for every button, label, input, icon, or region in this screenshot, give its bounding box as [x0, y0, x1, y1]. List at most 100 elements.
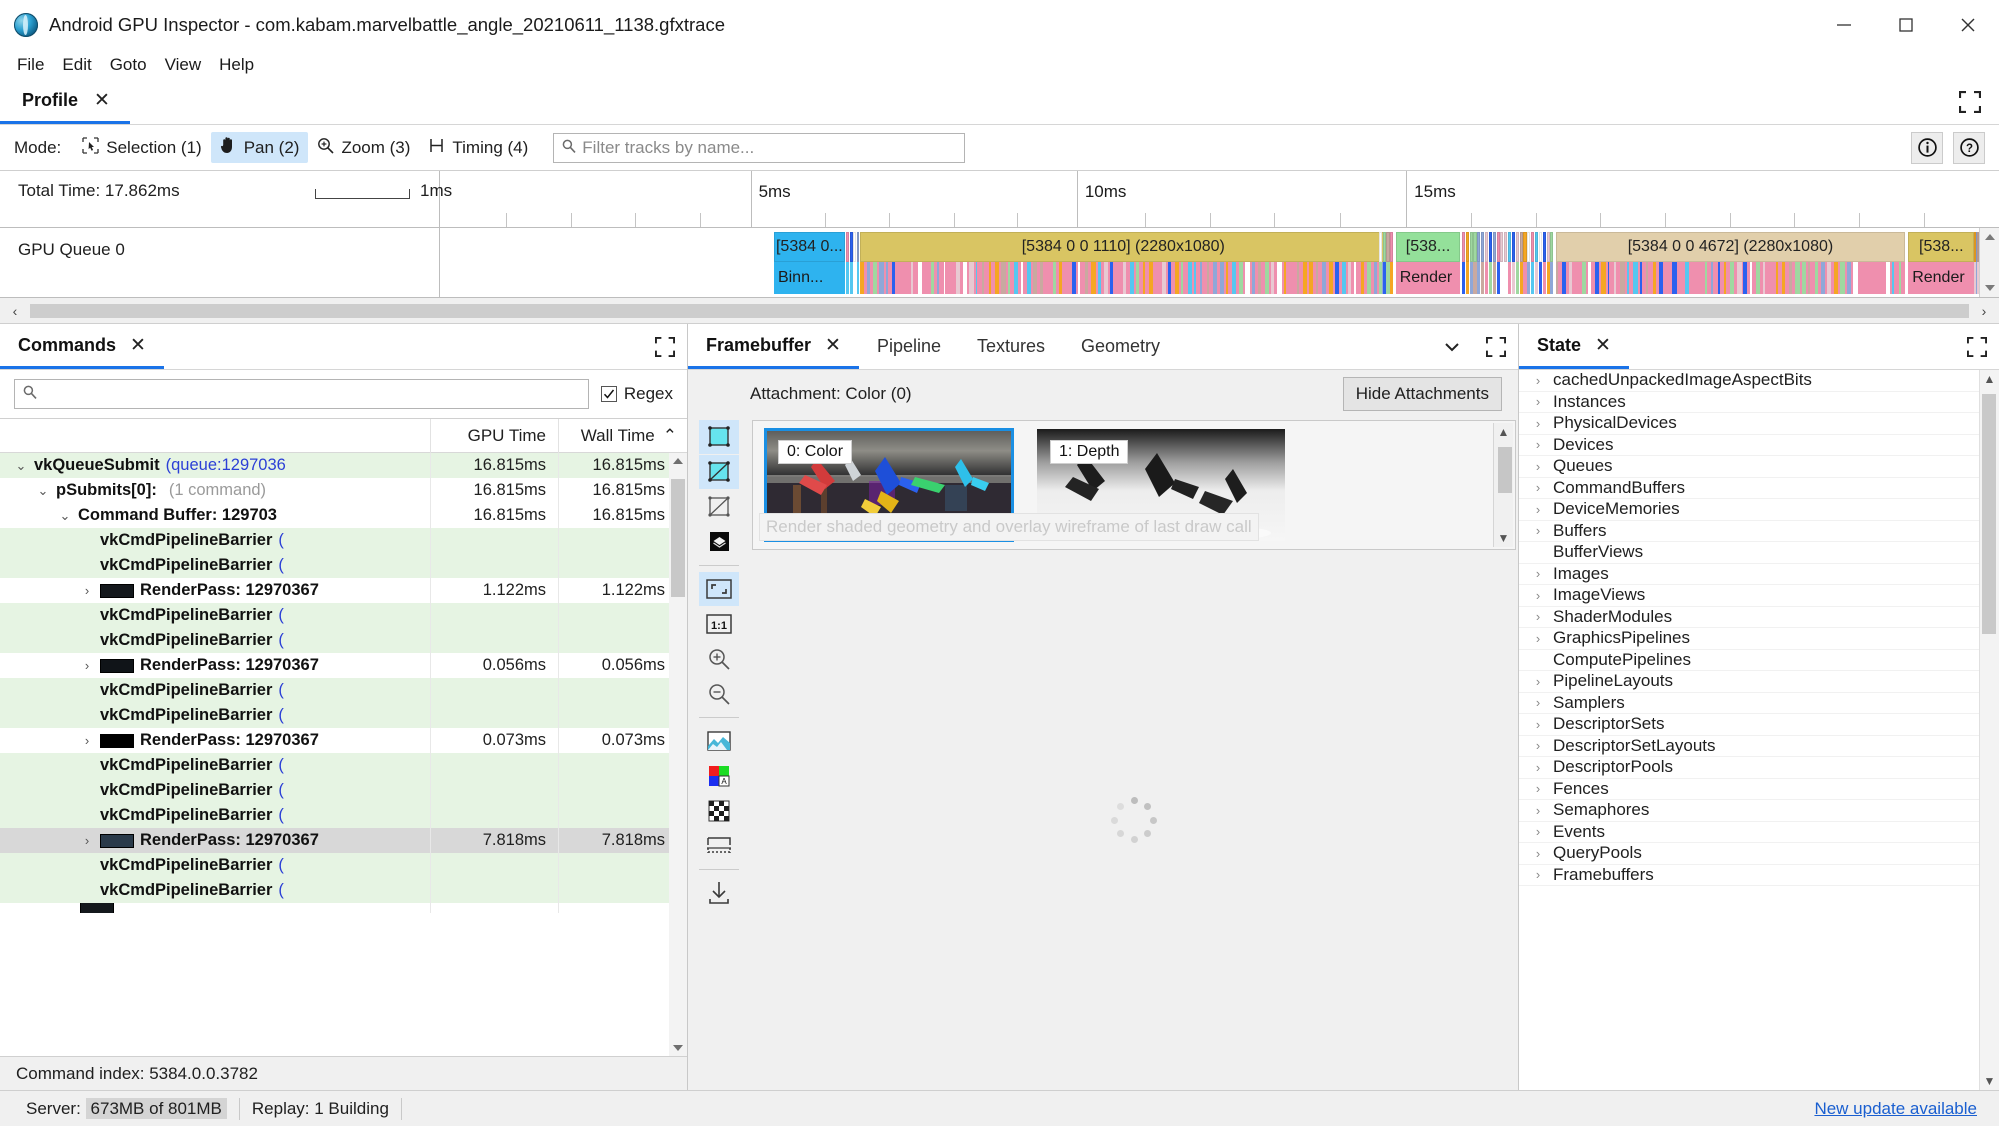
table-row[interactable]: › RenderPass: 12970367 0.073ms 0.073ms: [0, 728, 687, 753]
timeline-segment-label[interactable]: [5384 0 0 1110] (2280x1080): [860, 232, 1387, 262]
color-histogram-icon[interactable]: [699, 724, 739, 758]
maximize-button[interactable]: [1875, 0, 1937, 50]
expand-icon[interactable]: [643, 324, 687, 369]
hscroll-thumb[interactable]: [30, 303, 1969, 318]
state-tree-item[interactable]: › cachedUnpackedImageAspectBits: [1519, 370, 1979, 392]
chevron-right-icon[interactable]: ›: [1531, 609, 1545, 624]
table-row[interactable]: [0, 903, 687, 913]
new-update-link[interactable]: New update available: [1814, 1099, 1985, 1119]
command-name-cell[interactable]: › RenderPass: 12970367: [0, 578, 431, 603]
track-filter-input[interactable]: Filter tracks by name...: [553, 132, 966, 163]
command-name-cell[interactable]: ⌄ vkQueueSubmit (queue:1297036: [0, 453, 431, 478]
table-row[interactable]: › RenderPass: 12970367 1.122ms 1.122ms: [0, 578, 687, 603]
table-row[interactable]: vkCmdPipelineBarrier (: [0, 528, 687, 553]
render-shaded-icon[interactable]: [699, 420, 739, 454]
command-name-cell[interactable]: vkCmdPipelineBarrier (: [0, 778, 431, 803]
render-shaded-wireframe-icon[interactable]: [699, 455, 739, 489]
chevron-right-icon[interactable]: ›: [1531, 695, 1545, 710]
tab-state[interactable]: State ✕: [1519, 324, 1629, 369]
fit-to-window-icon[interactable]: [699, 572, 739, 606]
table-row[interactable]: vkCmdPipelineBarrier (: [0, 878, 687, 903]
chevron-right-icon[interactable]: ›: [1531, 502, 1545, 517]
table-row[interactable]: › RenderPass: 12970367 0.056ms 0.056ms: [0, 653, 687, 678]
scroll-down-arrow-icon[interactable]: [1985, 285, 1995, 291]
scroll-up-arrow-icon[interactable]: ▲: [1498, 425, 1510, 439]
menu-help[interactable]: Help: [210, 52, 263, 78]
chevron-down-icon[interactable]: ⌄: [36, 483, 50, 499]
chevron-right-icon[interactable]: ›: [1531, 373, 1545, 388]
command-name-cell[interactable]: vkCmdPipelineBarrier (: [0, 753, 431, 778]
chevron-right-icon[interactable]: ›: [1531, 416, 1545, 431]
tab-commands[interactable]: Commands ✕: [0, 324, 164, 369]
zoom-in-icon[interactable]: [699, 642, 739, 676]
table-row[interactable]: vkCmdPipelineBarrier (: [0, 778, 687, 803]
command-name-cell[interactable]: › RenderPass: 12970367: [0, 728, 431, 753]
mode-timing-button[interactable]: Timing (4): [419, 133, 537, 163]
state-tree-item[interactable]: › PipelineLayouts: [1519, 671, 1979, 693]
chevron-right-icon[interactable]: ›: [1531, 867, 1545, 882]
close-icon[interactable]: ✕: [130, 336, 146, 355]
timeline-horizontal-scrollbar[interactable]: ‹ ›: [0, 298, 1999, 324]
regex-checkbox[interactable]: Regex: [600, 384, 673, 404]
scroll-down-arrow-icon[interactable]: ▼: [1984, 1074, 1996, 1088]
state-tree-item[interactable]: › Events: [1519, 822, 1979, 843]
state-tree-item[interactable]: › ShaderModules: [1519, 607, 1979, 628]
command-name-cell[interactable]: vkCmdPipelineBarrier (: [0, 603, 431, 628]
close-icon[interactable]: ✕: [1595, 336, 1611, 355]
column-wall-time[interactable]: Wall Time ⌃: [559, 419, 687, 453]
command-name-cell[interactable]: › RenderPass: 12970367: [0, 653, 431, 678]
chevron-right-icon[interactable]: ›: [80, 658, 94, 673]
table-row[interactable]: vkCmdPipelineBarrier (: [0, 678, 687, 703]
tab-profile[interactable]: Profile ✕: [0, 80, 130, 124]
scroll-up-arrow-icon[interactable]: ▲: [1984, 372, 1996, 386]
timeline-vertical-scrollbar[interactable]: [1979, 228, 1999, 297]
scroll-down-arrow-icon[interactable]: [673, 1045, 683, 1051]
expand-icon[interactable]: [1955, 324, 1999, 369]
chevron-right-icon[interactable]: ›: [1531, 523, 1545, 538]
command-name-cell[interactable]: › RenderPass: 12970367: [0, 828, 431, 853]
state-tree-item[interactable]: › PhysicalDevices: [1519, 413, 1979, 435]
render-wireframe-icon[interactable]: [699, 490, 739, 524]
table-row[interactable]: vkCmdPipelineBarrier (: [0, 628, 687, 653]
command-name-cell[interactable]: vkCmdPipelineBarrier (: [0, 703, 431, 728]
chevron-right-icon[interactable]: ›: [80, 833, 94, 848]
chevron-right-icon[interactable]: ›: [1531, 803, 1545, 818]
close-icon[interactable]: ✕: [94, 91, 110, 110]
chevron-right-icon[interactable]: ›: [1531, 846, 1545, 861]
state-tree-item[interactable]: › Devices: [1519, 435, 1979, 456]
chevron-right-icon[interactable]: ›: [1531, 566, 1545, 581]
chevron-right-icon[interactable]: ›: [1531, 588, 1545, 603]
chevron-down-icon[interactable]: [1430, 324, 1474, 369]
state-tree[interactable]: › cachedUnpackedImageAspectBits › Instances…: [1519, 370, 1979, 1090]
state-tree-item[interactable]: › ImageViews: [1519, 585, 1979, 607]
command-name-cell[interactable]: vkCmdPipelineBarrier (: [0, 528, 431, 553]
render-overdraw-icon[interactable]: [699, 525, 739, 559]
state-tree-item[interactable]: › Semaphores: [1519, 800, 1979, 822]
state-tree-item[interactable]: › GraphicsPipelines: [1519, 628, 1979, 650]
framebuffer-canvas[interactable]: [750, 550, 1518, 1090]
state-scroll-thumb[interactable]: [1982, 394, 1996, 634]
chevron-right-icon[interactable]: ›: [1531, 738, 1545, 753]
state-tree-item[interactable]: › DescriptorPools: [1519, 757, 1979, 779]
state-tree-item[interactable]: › Buffers: [1519, 521, 1979, 542]
chevron-right-icon[interactable]: ›: [1531, 781, 1545, 796]
timeline-segment-label[interactable]: [538...: [1395, 232, 1461, 262]
tab-framebuffer[interactable]: Framebuffer ✕: [688, 324, 859, 369]
commands-scroll-thumb[interactable]: [671, 479, 685, 597]
state-tree-item[interactable]: › QueryPools: [1519, 843, 1979, 865]
menu-file[interactable]: File: [8, 52, 53, 78]
attachment-strip-scroll-thumb[interactable]: [1498, 447, 1512, 493]
chevron-right-icon[interactable]: ›: [1531, 674, 1545, 689]
menu-goto[interactable]: Goto: [101, 52, 156, 78]
hscroll-left-arrow-icon[interactable]: ‹: [0, 303, 30, 319]
state-tree-item[interactable]: › Fences: [1519, 779, 1979, 800]
commands-rows[interactable]: ⌄ vkQueueSubmit (queue:1297036 16.815ms 16.8…: [0, 453, 687, 1056]
table-row[interactable]: vkCmdPipelineBarrier (: [0, 753, 687, 778]
close-icon[interactable]: ✕: [825, 336, 841, 355]
table-row[interactable]: vkCmdPipelineBarrier (: [0, 703, 687, 728]
table-row[interactable]: ⌄ Command Buffer: 129703 16.815ms 16.815ms: [0, 503, 687, 528]
flip-vertically-icon[interactable]: [699, 829, 739, 863]
command-name-cell[interactable]: vkCmdPipelineBarrier (: [0, 678, 431, 703]
command-name-cell[interactable]: vkCmdPipelineBarrier (: [0, 803, 431, 828]
help-icon[interactable]: ?: [1953, 131, 1985, 164]
